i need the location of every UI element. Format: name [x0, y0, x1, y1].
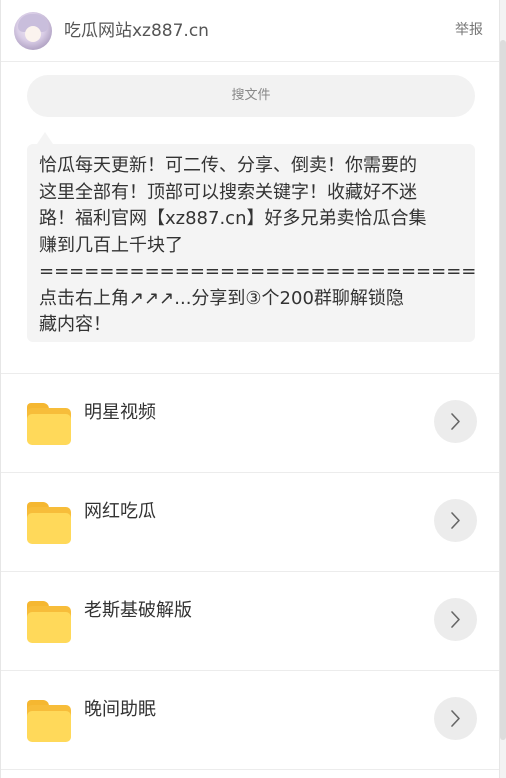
report-link[interactable]: 举报 — [455, 20, 483, 40]
avatar-face — [25, 26, 41, 42]
folder-icon — [27, 403, 71, 445]
search-file-button[interactable]: 搜文件 — [27, 75, 475, 117]
scrollbar-thumb[interactable] — [500, 40, 506, 740]
folder-name: 老斯基破解版 — [84, 600, 192, 621]
chevron-right-icon — [451, 413, 460, 430]
chevron-right-icon — [451, 611, 460, 628]
folder-item[interactable]: 老斯基破解版 — [1, 572, 499, 670]
divider — [1, 769, 499, 770]
folder-name: 晚间助眠 — [84, 699, 156, 720]
notice-pointer — [37, 132, 53, 144]
folder-icon — [27, 502, 71, 544]
notice-box: 恰瓜每天更新！可二传、分享、倒卖！你需要的 这里全部有！顶部可以搜索关键字！收藏… — [27, 144, 475, 342]
header: 吃瓜网站xz887.cn 举报 — [1, 0, 499, 62]
folder-icon — [27, 601, 71, 643]
notice-text: 恰瓜每天更新！可二传、分享、倒卖！你需要的 这里全部有！顶部可以搜索关键字！收藏… — [39, 155, 475, 335]
site-title: 吃瓜网站xz887.cn — [64, 21, 209, 41]
page-frame: 吃瓜网站xz887.cn 举报 搜文件 恰瓜每天更新！可二传、分享、倒卖！你需要… — [0, 0, 500, 778]
avatar — [14, 12, 52, 50]
open-folder-button[interactable] — [434, 697, 477, 740]
chevron-right-icon — [451, 710, 460, 727]
folder-item[interactable]: 明星视频 — [1, 374, 499, 472]
scrollbar[interactable] — [500, 0, 506, 778]
folder-name: 网红吃瓜 — [84, 501, 156, 522]
open-folder-button[interactable] — [434, 598, 477, 641]
chevron-right-icon — [451, 512, 460, 529]
open-folder-button[interactable] — [434, 400, 477, 443]
folder-item[interactable]: 网红吃瓜 — [1, 473, 499, 571]
folder-item[interactable]: 晚间助眠 — [1, 671, 499, 769]
folder-name: 明星视频 — [84, 402, 156, 423]
folder-icon — [27, 700, 71, 742]
open-folder-button[interactable] — [434, 499, 477, 542]
